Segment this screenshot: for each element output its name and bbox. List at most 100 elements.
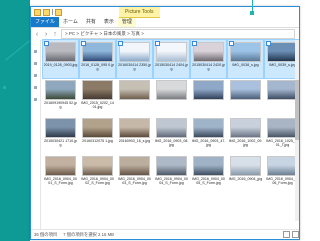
image-thumbnail <box>156 118 187 138</box>
status-bar: 36 個の項目 7 個の項目を選択 2.16 MB <box>31 229 299 239</box>
checkbox-icon[interactable] <box>155 41 160 46</box>
image-thumbnail <box>267 80 298 100</box>
file-name: IMG_2016_0904_0005_S_Form.jpg <box>192 177 225 186</box>
image-thumbnail <box>193 118 224 138</box>
file-name: IMG_2016_0903_47.jpg <box>191 139 226 148</box>
file-name: 2015030421 1710.jpg <box>44 139 77 148</box>
tab-manage[interactable]: 管理 <box>117 17 136 27</box>
navigation-pane <box>31 40 41 230</box>
status-selection: 7 個の項目を選択 2.16 MB <box>63 231 115 237</box>
file-name: 2016_0128_095 0.jpg <box>81 63 114 72</box>
file-list-area: 2019_0128_0903.jpg 2016_0128_095 0.jpg 201… <box>41 39 299 230</box>
checkbox-icon[interactable] <box>44 41 49 46</box>
address-path[interactable]: > PC > ピクチャ > 日本の風景 > 写真 > <box>61 29 295 39</box>
nav-item-icon[interactable] <box>34 62 37 65</box>
back-arrow-icon[interactable]: ‹ <box>34 31 40 38</box>
file-item[interactable]: 201609190945 52.jpg <box>43 78 78 116</box>
file-item[interactable]: 20160903_16_s.jpg <box>117 116 152 154</box>
image-thumbnail <box>230 42 261 62</box>
up-arrow-icon[interactable]: ↑ <box>52 31 58 38</box>
image-thumbnail <box>230 80 261 100</box>
image-thumbnail <box>230 156 261 176</box>
file-item[interactable]: 2016_0128_095 0.jpg <box>79 39 116 79</box>
file-name: 20160903_16_s.jpg <box>118 139 151 143</box>
checkbox-icon[interactable] <box>81 41 86 46</box>
tab-share[interactable]: 共有 <box>82 17 100 27</box>
scrollbar-thumb[interactable] <box>295 80 299 140</box>
image-thumbnail <box>119 80 150 100</box>
file-item[interactable]: IMG_0038_s.jpg <box>227 39 264 79</box>
file-name: 2015030414 2404.jpg <box>155 63 188 72</box>
details-view-icon[interactable] <box>283 231 290 238</box>
checkbox-icon[interactable] <box>266 41 271 46</box>
file-item[interactable]: 2016030414 2350.jpg <box>116 39 153 79</box>
file-name: IMG_2016_0904_0002_S_Form.jpg <box>81 177 114 186</box>
image-thumbnail <box>45 118 76 138</box>
image-thumbnail <box>45 42 76 62</box>
checkbox-icon[interactable] <box>118 41 123 46</box>
file-item[interactable]: 2015030414 2404.jpg <box>153 39 190 79</box>
view-toggle <box>283 231 299 238</box>
properties-icon[interactable] <box>43 8 50 16</box>
file-name: IMG_2015_0202_1401.jpg <box>81 101 114 110</box>
pointer-dot <box>3 86 6 89</box>
thumbnail-view-icon[interactable] <box>292 231 299 238</box>
file-name: 2016030414 2350.jpg <box>118 63 151 72</box>
quick-access-toolbar <box>34 8 62 16</box>
image-thumbnail <box>193 80 224 100</box>
image-thumbnail <box>156 80 187 100</box>
new-folder-icon[interactable] <box>55 8 62 16</box>
file-item[interactable]: 2015030414 2420.jpg <box>190 39 227 79</box>
nav-item-icon[interactable] <box>34 50 37 53</box>
image-thumbnail <box>230 118 261 138</box>
file-name: IMG_2016_0904_0003_S_Form.jpg <box>118 177 151 186</box>
file-grid: 2019_0128_0903.jpg 2016_0128_095 0.jpg 201… <box>42 39 299 192</box>
picture-tools-badge: Picture Tools <box>119 7 160 18</box>
file-item[interactable] <box>191 78 226 116</box>
checkbox-icon[interactable] <box>229 41 234 46</box>
file-item[interactable]: IMG_2016_0904_0002_S_Form.jpg <box>80 154 115 192</box>
file-item[interactable] <box>228 78 263 116</box>
file-name: 201609190945 52.jpg <box>44 101 77 110</box>
image-thumbnail <box>193 156 224 176</box>
file-name: IMG_0038_s.jpg <box>232 63 259 67</box>
file-name: IMG_2016_0904_0004_S_Form.jpg <box>155 177 188 186</box>
tab-view[interactable]: 表示 <box>100 17 118 27</box>
file-item[interactable]: IMG_2016_0904_0001_S_Form.jpg <box>43 154 78 192</box>
file-item[interactable] <box>154 78 189 116</box>
file-item[interactable]: 2015030421 1710.jpg <box>43 116 78 154</box>
file-name: 2019_0128_0903.jpg <box>43 63 78 67</box>
file-name: IMG_2016_0903_08.jpg <box>154 139 189 148</box>
vertical-scrollbar[interactable] <box>295 40 299 221</box>
nav-item-icon[interactable] <box>34 74 37 77</box>
image-thumbnail <box>82 118 113 138</box>
forward-arrow-icon[interactable]: › <box>43 31 49 38</box>
file-item[interactable]: IMG_2016_0904_0005_S_Form.jpg <box>191 154 226 192</box>
image-thumbnail <box>267 156 298 176</box>
nav-item-icon[interactable] <box>34 86 37 89</box>
file-item[interactable]: IMG_2016_0904_0004_S_Form.jpg <box>154 154 189 192</box>
image-thumbnail <box>45 156 76 176</box>
image-thumbnail <box>267 118 298 138</box>
file-item[interactable]: 20160312075 1.jpg <box>80 116 115 154</box>
nav-item-icon[interactable] <box>34 98 37 101</box>
file-item[interactable]: IMG_2016_0903_47.jpg <box>191 116 226 154</box>
file-item[interactable] <box>117 78 152 116</box>
image-thumbnail <box>82 156 113 176</box>
title-bar: Picture Tools <box>31 7 299 18</box>
checkbox-icon[interactable] <box>192 41 197 46</box>
explorer-window: Picture Tools ファイル ホーム 共有 表示 管理 ‹ › ↑ > … <box>30 6 300 240</box>
desktop-strip <box>0 0 30 241</box>
file-item[interactable]: IMG_2016_0904_jpg <box>228 154 263 192</box>
file-item[interactable]: IMG_2016_0903_08.jpg <box>154 116 189 154</box>
tab-file[interactable]: ファイル <box>31 17 60 27</box>
file-item[interactable]: 2019_0128_0903.jpg <box>42 39 79 79</box>
file-name: IMG_2016_0904_jpg <box>228 177 263 181</box>
file-item[interactable]: IMG_2015_0202_1401.jpg <box>80 78 115 116</box>
file-item[interactable]: IMG_2016_1002_09.jpg <box>228 116 263 154</box>
tab-home[interactable]: ホーム <box>59 17 82 27</box>
image-thumbnail <box>156 156 187 176</box>
file-item[interactable]: IMG_2016_0904_0003_S_Form.jpg <box>117 154 152 192</box>
file-name: IMG_2016_0904_0001_S_Form.jpg <box>44 177 77 186</box>
folder-icon[interactable] <box>34 8 41 16</box>
